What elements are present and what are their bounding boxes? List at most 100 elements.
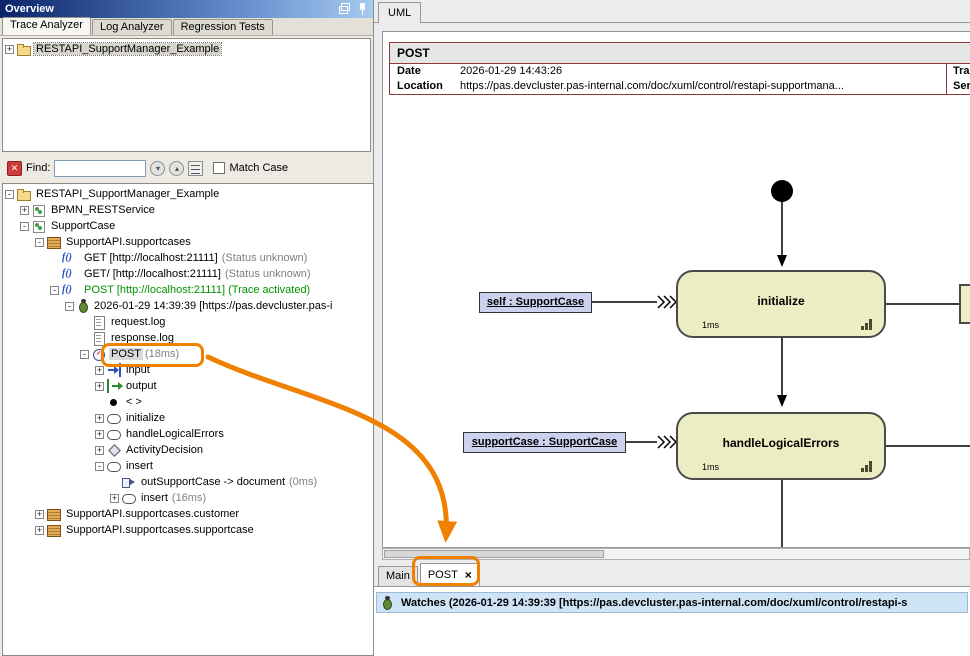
tab-trace-analyzer[interactable]: Trace Analyzer — [2, 17, 91, 35]
expand-icon[interactable]: + — [95, 382, 104, 391]
tree-item[interactable]: + SupportAPI.supportcases.supportcase — [3, 522, 373, 538]
tree-item[interactable]: - insert — [3, 458, 373, 474]
collapse-icon[interactable]: - — [50, 286, 59, 295]
tree-item[interactable]: -POST (18ms) — [3, 346, 373, 362]
find-prev-button[interactable]: ▴ — [169, 161, 184, 176]
expand-icon[interactable]: + — [35, 526, 44, 535]
expand-icon[interactable]: + — [95, 366, 104, 375]
collapse-icon[interactable]: - — [20, 222, 29, 231]
tree-item[interactable]: + handleLogicalErrors — [3, 426, 373, 442]
project-tree: + RESTAPI_SupportManager_Example — [2, 38, 371, 152]
collapse-icon[interactable]: - — [5, 190, 14, 199]
tree-item[interactable]: + BPMN_RESTService — [3, 202, 373, 218]
expand-icon[interactable]: + — [95, 430, 104, 439]
match-case-checkbox[interactable] — [213, 162, 225, 174]
tree-item-label[interactable]: BPMN_RESTService — [49, 204, 157, 216]
tree-item-label[interactable]: handleLogicalErrors — [124, 428, 226, 440]
tree-item[interactable]: f()GET [http://localhost:21111] (Status … — [3, 250, 373, 266]
tab-main[interactable]: Main — [378, 566, 418, 586]
tree-item[interactable]: + input — [3, 362, 373, 378]
find-next-button[interactable]: ▾ — [150, 161, 165, 176]
close-tab-icon[interactable]: × — [465, 570, 472, 580]
tree-item-label[interactable]: 2026-01-29 14:39:39 [https://pas.devclus… — [92, 300, 335, 312]
activity-node-initialize[interactable]: initialize 1ms — [676, 270, 886, 338]
project-root-label[interactable]: RESTAPI_SupportManager_Example — [34, 43, 221, 55]
trace-tree: - RESTAPI_SupportManager_Example + BPMN_RES… — [2, 183, 374, 656]
tree-item-label[interactable]: SupportCase — [49, 220, 117, 232]
expand-icon[interactable]: + — [95, 414, 104, 423]
tree-item-label[interactable]: GET/ [http://localhost:21111] — [82, 268, 223, 280]
tree-item-suffix: (0ms) — [287, 476, 317, 488]
tab-log-analyzer[interactable]: Log Analyzer — [92, 19, 172, 35]
object-node-supportcase[interactable]: supportCase : SupportCase — [463, 432, 626, 453]
tree-item-label[interactable]: POST — [109, 348, 143, 360]
find-label: Find: — [26, 162, 50, 174]
expand-icon[interactable]: + — [35, 510, 44, 519]
tab-regression-tests[interactable]: Regression Tests — [173, 19, 273, 35]
collapse-icon[interactable]: - — [35, 238, 44, 247]
tree-item[interactable]: response.log — [3, 330, 373, 346]
restore-window-icon[interactable] — [339, 3, 350, 14]
tree-item-label[interactable]: SupportAPI.supportcases — [64, 236, 193, 248]
tree-item[interactable]: + SupportAPI.supportcases.customer — [3, 506, 373, 522]
tree-item-label[interactable]: POST [http://localhost:21111] (Trace act… — [82, 284, 312, 296]
log-icon — [92, 315, 106, 329]
pin-icon[interactable] — [357, 3, 368, 15]
horizontal-scrollbar[interactable] — [382, 548, 970, 560]
tree-item-label[interactable]: GET [http://localhost:21111] — [82, 252, 220, 264]
tree-item[interactable]: < > — [3, 394, 373, 410]
tree-item[interactable]: + initialize — [3, 410, 373, 426]
tree-item-label[interactable]: output — [124, 380, 159, 392]
tree-item-label[interactable]: request.log — [109, 316, 167, 328]
expand-icon[interactable]: + — [95, 446, 104, 455]
tree-item-label[interactable]: SupportAPI.supportcases.supportcase — [64, 524, 256, 536]
tree-item-label[interactable]: insert — [124, 460, 155, 472]
tab-post[interactable]: POST × — [420, 563, 480, 586]
tree-item[interactable]: f()GET/ [http://localhost:21111] (Status… — [3, 266, 373, 282]
diagram-canvas[interactable]: POST Date 2026-01-29 14:43:26 Trace Loca… — [382, 31, 970, 548]
tree-item-label[interactable]: RESTAPI_SupportManager_Example — [34, 188, 221, 200]
tree-item[interactable]: + ActivityDecision — [3, 442, 373, 458]
object-node-self[interactable]: self : SupportCase — [479, 292, 592, 313]
tree-item[interactable]: - RESTAPI_SupportManager_Example — [3, 186, 373, 202]
expand-icon[interactable]: + — [20, 206, 29, 215]
tree-item-label[interactable]: response.log — [109, 332, 176, 344]
project-root-row[interactable]: + RESTAPI_SupportManager_Example — [5, 41, 368, 57]
tree-item-label[interactable]: outSupportCase -> document — [139, 476, 287, 488]
operation-title: POST — [390, 43, 970, 64]
tab-uml[interactable]: UML — [378, 2, 421, 23]
tree-item[interactable]: outSupportCase -> document (0ms) — [3, 474, 373, 490]
uml-content: POST Date 2026-01-29 14:43:26 Trace Loca… — [374, 22, 970, 656]
tree-item[interactable]: request.log — [3, 314, 373, 330]
duration-badge: 1ms — [702, 462, 719, 472]
tree-item-label[interactable]: ActivityDecision — [124, 444, 205, 456]
scrollbar-thumb[interactable] — [384, 550, 604, 558]
activity-node-handlelogicalerrors[interactable]: handleLogicalErrors 1ms — [676, 412, 886, 480]
tree-item-label[interactable]: SupportAPI.supportcases.customer — [64, 508, 241, 520]
tree-item[interactable]: + output — [3, 378, 373, 394]
tree-item[interactable]: - SupportAPI.supportcases — [3, 234, 373, 250]
tree-item[interactable]: - 2026-01-29 14:39:39 [https://pas.devclu… — [3, 298, 373, 314]
expand-icon[interactable]: + — [110, 494, 119, 503]
tree-item-label[interactable]: input — [124, 364, 152, 376]
partial-node[interactable] — [959, 284, 970, 324]
tree-item-label[interactable]: initialize — [124, 412, 167, 424]
expand-icon[interactable]: + — [5, 45, 14, 54]
tab-post-label[interactable]: POST — [428, 568, 458, 583]
tree-item-label[interactable]: insert — [139, 492, 170, 504]
tree-item[interactable]: +insert (16ms) — [3, 490, 373, 506]
tree-item[interactable]: -f()POST [http://localhost:21111] (Trace… — [3, 282, 373, 298]
close-find-button[interactable]: ✕ — [7, 161, 22, 176]
bug-icon — [77, 299, 89, 313]
watches-row[interactable]: Watches (2026-01-29 14:39:39 [https://pa… — [376, 592, 968, 613]
location-label: Location — [390, 79, 460, 94]
collapse-icon[interactable]: - — [95, 462, 104, 471]
tree-item[interactable]: - SupportCase — [3, 218, 373, 234]
collapse-icon[interactable]: - — [65, 302, 74, 311]
find-input[interactable] — [54, 160, 146, 177]
collapse-icon[interactable]: - — [80, 350, 89, 359]
output-icon — [107, 379, 121, 393]
initial-node[interactable] — [771, 180, 793, 202]
tree-item-label[interactable]: < > — [124, 396, 144, 408]
find-list-button[interactable] — [188, 161, 203, 176]
